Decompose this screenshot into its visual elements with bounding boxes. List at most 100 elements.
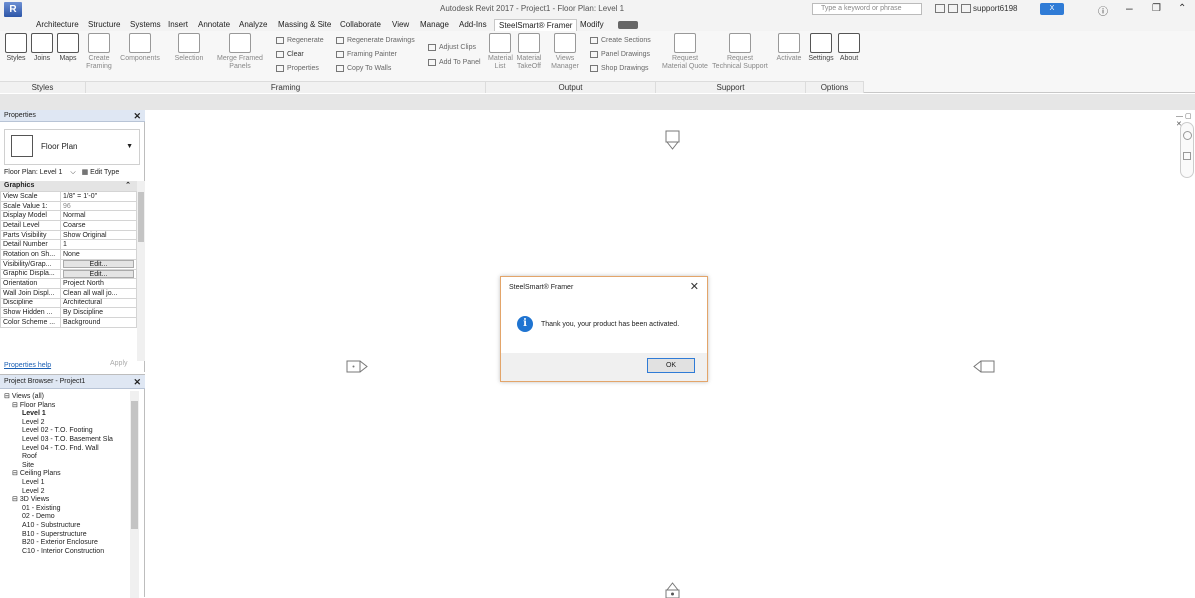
help-icon[interactable]: ⓘ bbox=[1098, 3, 1108, 18]
property-value[interactable]: 96 bbox=[60, 200, 137, 212]
close-icon[interactable]: ✕ bbox=[133, 110, 141, 122]
adjust-clips-button[interactable]: Adjust Clips bbox=[428, 43, 476, 52]
chevron-down-icon[interactable]: ▼ bbox=[126, 143, 133, 150]
elevation-marker-north[interactable] bbox=[665, 130, 681, 152]
property-row[interactable]: Discipline Architectural bbox=[0, 297, 137, 309]
joins-button[interactable]: Joins bbox=[30, 33, 54, 63]
property-row[interactable]: Visibility/Grap... Edit... bbox=[0, 258, 137, 270]
tree-node[interactable]: Level 04 - T.O. Fnd. Wall bbox=[22, 445, 99, 453]
tree-node[interactable]: ⊟ Floor Plans bbox=[12, 402, 55, 410]
tree-node[interactable]: Site bbox=[22, 462, 34, 470]
property-row[interactable]: Color Scheme ... Background bbox=[0, 316, 137, 328]
collapse-icon[interactable]: ⊟ bbox=[4, 393, 12, 400]
tab-annotate[interactable]: Annotate bbox=[194, 19, 234, 31]
tree-node[interactable]: Level 2 bbox=[22, 419, 45, 427]
copy-to-walls-button[interactable]: Copy To Walls bbox=[336, 64, 391, 73]
elevation-marker-south[interactable] bbox=[665, 582, 681, 598]
shop-drawings-button[interactable]: Shop Drawings bbox=[590, 64, 648, 73]
restore-icon[interactable]: ❐ bbox=[1152, 3, 1161, 14]
collapse-icon[interactable]: ⊟ bbox=[12, 402, 20, 409]
components-button[interactable]: Components bbox=[118, 33, 162, 63]
revit-logo-icon[interactable]: R bbox=[4, 2, 22, 17]
minimize-icon[interactable]: – bbox=[1126, 1, 1133, 15]
category-graphics[interactable]: Graphics ⌃ bbox=[0, 181, 137, 191]
scroll-thumb[interactable] bbox=[138, 192, 144, 242]
material-list-button[interactable]: Material List bbox=[488, 33, 513, 71]
selection-button[interactable]: Selection bbox=[172, 33, 206, 63]
tab-modify[interactable]: Modify bbox=[576, 19, 608, 31]
request-material-quote-button[interactable]: Request Material Quote bbox=[660, 33, 710, 71]
styles-button[interactable]: Styles bbox=[4, 33, 28, 63]
property-value[interactable]: By Discipline bbox=[60, 307, 137, 318]
property-row[interactable]: Display Model Normal bbox=[0, 210, 137, 222]
regenerate-button[interactable]: Regenerate bbox=[276, 36, 324, 45]
views-manager-button[interactable]: Views Manager bbox=[548, 33, 582, 71]
regenerate-drawings-button[interactable]: Regenerate Drawings bbox=[336, 36, 415, 45]
properties-button[interactable]: Properties bbox=[276, 64, 319, 73]
add-to-panel-button[interactable]: Add To Panel bbox=[428, 58, 481, 67]
edit-button[interactable]: Edit... bbox=[63, 269, 134, 278]
ok-button[interactable]: OK bbox=[647, 358, 695, 373]
tab-collaborate[interactable]: Collaborate bbox=[336, 19, 385, 31]
tab-massing-site[interactable]: Massing & Site bbox=[274, 19, 335, 31]
create-sections-button[interactable]: Create Sections bbox=[590, 36, 651, 45]
navigation-bar[interactable] bbox=[1180, 122, 1194, 178]
search-input[interactable]: Type a keyword or phrase bbox=[812, 3, 922, 15]
tree-node[interactable]: ⊟ Ceiling Plans bbox=[12, 470, 61, 478]
property-row[interactable]: Scale Value 1: 96 bbox=[0, 200, 137, 212]
collapse-ribbon-icon[interactable]: ⌃ bbox=[1178, 3, 1186, 14]
property-row[interactable]: View Scale 1/8" = 1'-0" bbox=[0, 191, 137, 202]
property-value[interactable]: Normal bbox=[60, 210, 137, 222]
edit-type-button[interactable]: ▦ Edit Type bbox=[82, 169, 120, 176]
collapse-icon[interactable]: ⊟ bbox=[12, 496, 20, 503]
property-value[interactable]: Project North bbox=[60, 278, 137, 289]
property-row[interactable]: Show Hidden ... By Discipline bbox=[0, 307, 137, 318]
subscription-icon[interactable] bbox=[948, 4, 958, 13]
tab-steelsmart-framer[interactable]: SteelSmart® Framer bbox=[494, 19, 578, 31]
tree-node[interactable]: Level 1 bbox=[22, 410, 46, 418]
collapse-icon[interactable]: ⊟ bbox=[12, 470, 20, 477]
property-value[interactable]: None bbox=[60, 249, 137, 260]
property-value[interactable]: Clean all wall jo... bbox=[60, 287, 137, 299]
property-value[interactable]: 1/8" = 1'-0" bbox=[60, 191, 137, 202]
tree-node[interactable]: Level 2 bbox=[22, 488, 45, 496]
property-row[interactable]: Detail Level Coarse bbox=[0, 220, 137, 231]
tab-insert[interactable]: Insert bbox=[164, 19, 192, 31]
elevation-marker-east[interactable] bbox=[973, 360, 997, 374]
tree-node[interactable]: Level 03 - T.O. Basement Sla bbox=[22, 436, 113, 444]
tree-node[interactable]: Roof bbox=[22, 453, 37, 461]
tab-architecture[interactable]: Architecture bbox=[32, 19, 83, 31]
property-value[interactable]: Edit... bbox=[60, 258, 137, 270]
merge-framed-panels-button[interactable]: Merge Framed Panels bbox=[212, 33, 268, 71]
tree-node[interactable]: Level 1 bbox=[22, 479, 45, 487]
tree-node[interactable]: A10 - Substructure bbox=[22, 522, 80, 530]
favorites-icon[interactable] bbox=[961, 4, 971, 13]
about-button[interactable]: About bbox=[836, 33, 862, 63]
instance-select[interactable]: Floor Plan: Level 1 bbox=[4, 169, 62, 176]
tab-view[interactable]: View bbox=[388, 19, 413, 31]
close-icon[interactable]: ✕ bbox=[133, 375, 141, 389]
property-value[interactable]: Show Original bbox=[60, 229, 137, 241]
tab-structure[interactable]: Structure bbox=[84, 19, 124, 31]
material-takeoff-button[interactable]: Material TakeOff bbox=[514, 33, 544, 71]
chevron-down-icon[interactable]: ⌵ bbox=[70, 169, 75, 176]
maps-button[interactable]: Maps bbox=[56, 33, 80, 63]
close-icon[interactable]: ✕ bbox=[690, 280, 699, 293]
user-account[interactable]: support6198 bbox=[973, 4, 1017, 13]
apply-button[interactable]: Apply bbox=[110, 360, 128, 367]
request-technical-support-button[interactable]: Request Technical Support bbox=[712, 33, 768, 71]
activate-button[interactable]: Activate bbox=[772, 33, 806, 63]
property-value[interactable]: Background bbox=[60, 316, 137, 328]
property-row[interactable]: Rotation on Sh... None bbox=[0, 249, 137, 260]
create-framing-button[interactable]: Create Framing bbox=[84, 33, 114, 71]
tree-node[interactable]: 02 - Demo bbox=[22, 513, 55, 521]
properties-help-link[interactable]: Properties help bbox=[4, 362, 51, 369]
property-row[interactable]: Graphic Displa... Edit... bbox=[0, 268, 137, 280]
panel-toggle-icon[interactable] bbox=[618, 21, 638, 29]
tree-node[interactable]: 01 - Existing bbox=[22, 505, 61, 513]
tree-node[interactable]: ⊟ 3D Views bbox=[12, 496, 49, 504]
tree-node[interactable]: ⊟ Views (all) bbox=[4, 393, 44, 401]
exchange-apps-icon[interactable]: X bbox=[1040, 3, 1064, 15]
settings-button[interactable]: Settings bbox=[808, 33, 834, 63]
property-value[interactable]: 1 bbox=[60, 239, 137, 251]
